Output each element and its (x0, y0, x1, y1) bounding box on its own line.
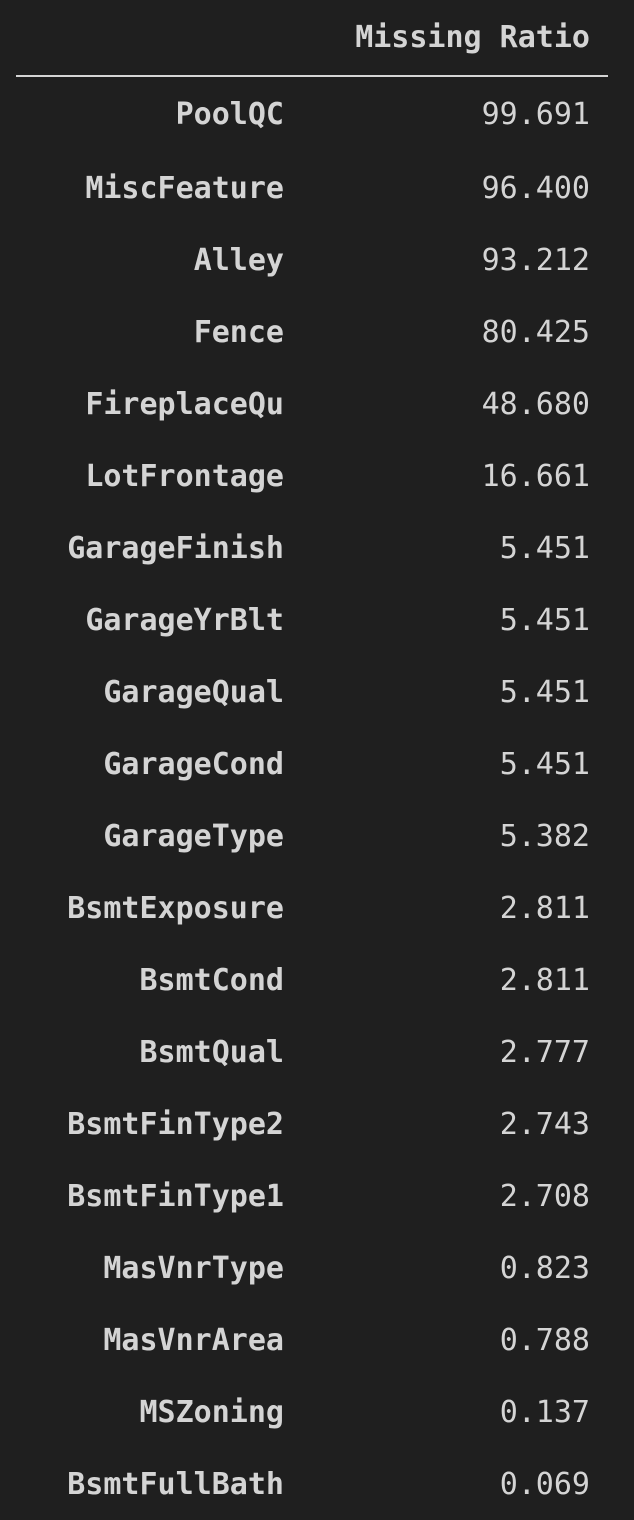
table-header: Missing Ratio (16, 0, 608, 77)
row-label: BsmtExposure (67, 890, 284, 926)
table-row: GarageType 5.382 (16, 800, 608, 872)
table-row: BsmtCond 2.811 (16, 944, 608, 1016)
row-label: GarageQual (103, 674, 284, 710)
table-row: BsmtQual 2.777 (16, 1016, 608, 1088)
table-row: MasVnrType 0.823 (16, 1232, 608, 1304)
missing-ratio-value: 5.382 (499, 818, 590, 854)
row-label: GarageCond (103, 746, 284, 782)
table-row: BsmtFullBath 0.069 (16, 1448, 608, 1520)
row-label: GarageType (103, 818, 284, 854)
header-row: Missing Ratio (16, 0, 608, 77)
column-header-missing-ratio: Missing Ratio (286, 0, 608, 77)
table-row: BsmtExposure 2.811 (16, 872, 608, 944)
row-label: Fence (193, 314, 284, 350)
row-label: GarageFinish (67, 530, 284, 566)
missing-ratio-value: 16.661 (481, 458, 590, 494)
table-row: GarageFinish 5.451 (16, 512, 608, 584)
table-row: MiscFeature 96.400 (16, 152, 608, 224)
row-label: BsmtQual (139, 1034, 285, 1070)
missing-ratio-value: 2.777 (499, 1034, 590, 1070)
table-row: LotFrontage 16.661 (16, 440, 608, 512)
missing-ratio-value: 5.451 (499, 674, 590, 710)
missing-ratio-value: 2.811 (499, 890, 590, 926)
row-label: BsmtFullBath (67, 1466, 284, 1502)
row-label: MasVnrArea (103, 1322, 284, 1358)
missing-ratio-value: 0.137 (499, 1394, 590, 1430)
row-label: MiscFeature (85, 170, 284, 206)
index-header (16, 0, 286, 77)
missing-ratio-value: 0.069 (499, 1466, 590, 1502)
row-label: GarageYrBlt (85, 602, 284, 638)
table-row: PoolQC 99.691 (16, 76, 608, 152)
row-label: BsmtCond (139, 962, 285, 998)
table-row: Alley 93.212 (16, 224, 608, 296)
missing-ratio-value: 2.708 (499, 1178, 590, 1214)
table-row: GarageQual 5.451 (16, 656, 608, 728)
row-label: BsmtFinType1 (67, 1178, 284, 1214)
row-label: Alley (193, 242, 284, 278)
missing-ratio-value: 5.451 (499, 530, 590, 566)
row-label: BsmtFinType2 (67, 1106, 284, 1142)
missing-ratio-value: 0.823 (499, 1250, 590, 1286)
missing-ratio-value: 0.788 (499, 1322, 590, 1358)
table-row: BsmtFinType1 2.708 (16, 1160, 608, 1232)
row-label: PoolQC (175, 97, 284, 132)
missing-ratio-value: 80.425 (481, 314, 590, 350)
missing-ratio-value: 99.691 (481, 97, 590, 132)
table-row: GarageCond 5.451 (16, 728, 608, 800)
table-row: MasVnrArea 0.788 (16, 1304, 608, 1376)
table-row: MSZoning 0.137 (16, 1376, 608, 1448)
missing-ratio-value: 96.400 (481, 170, 590, 206)
missing-ratio-value: 2.743 (499, 1106, 590, 1142)
row-label: MSZoning (139, 1394, 285, 1430)
dataframe-table: Missing Ratio PoolQC 99.691 MiscFeature … (16, 0, 608, 1520)
missing-ratio-value: 48.680 (481, 386, 590, 422)
row-label: FireplaceQu (85, 386, 284, 422)
missing-ratio-value: 5.451 (499, 602, 590, 638)
row-label: MasVnrType (103, 1250, 284, 1286)
missing-ratio-value: 93.212 (481, 242, 590, 278)
table-body: PoolQC 99.691 MiscFeature 96.400 Alley 9… (16, 76, 608, 1520)
table-row: BsmtFinType2 2.743 (16, 1088, 608, 1160)
notebook-output: Missing Ratio PoolQC 99.691 MiscFeature … (0, 0, 634, 1518)
missing-ratio-value: 5.451 (499, 746, 590, 782)
table-row: Fence 80.425 (16, 296, 608, 368)
table-row: GarageYrBlt 5.451 (16, 584, 608, 656)
table-row: FireplaceQu 48.680 (16, 368, 608, 440)
row-label: LotFrontage (85, 458, 284, 494)
missing-ratio-value: 2.811 (499, 962, 590, 998)
